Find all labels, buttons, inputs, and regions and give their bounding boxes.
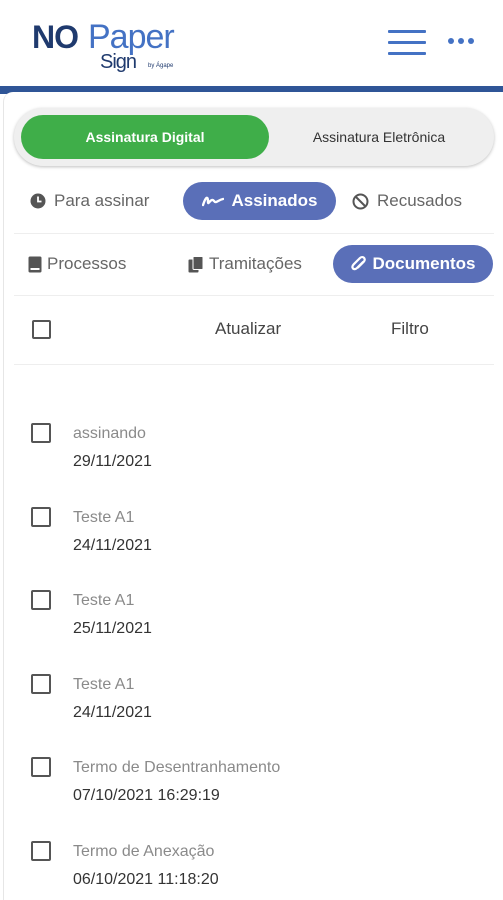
signature-type-toggle: Assinatura Digital Assinatura Eletrônica <box>14 108 494 166</box>
copy-icon <box>188 255 205 273</box>
item-date: 24/11/2021 <box>73 704 152 721</box>
item-checkbox[interactable] <box>31 507 51 527</box>
item-date: 07/10/2021 16:29:19 <box>73 787 220 804</box>
item-checkbox[interactable] <box>31 841 51 861</box>
item-checkbox[interactable] <box>31 757 51 777</box>
item-title: Termo de Anexação <box>73 843 215 860</box>
hamburger-icon[interactable] <box>388 28 428 58</box>
tab-assinados-label: Assinados <box>231 191 318 210</box>
atualizar-button[interactable]: Atualizar <box>215 319 281 339</box>
tab-documentos-label: Documentos <box>372 254 476 273</box>
svg-text:NO: NO <box>32 19 78 55</box>
toolbar-divider <box>14 364 494 365</box>
signature-icon <box>201 194 224 208</box>
tab-para-assinar-label: Para assinar <box>54 191 150 210</box>
tab-processos-label: Processos <box>47 254 127 273</box>
item-date: 06/10/2021 11:18:20 <box>73 871 219 888</box>
type-tabs-divider <box>14 295 494 296</box>
assinatura-eletronica-button[interactable]: Assinatura Eletrônica <box>269 115 489 159</box>
nopaper-sign-logo: NO Paper Sign by Ágape <box>30 14 220 74</box>
tab-processos[interactable]: Processos <box>28 245 126 283</box>
app-header: NO Paper Sign by Ágape <box>0 0 503 86</box>
svg-text:by Ágape: by Ágape <box>148 62 174 69</box>
book-icon <box>28 256 42 273</box>
svg-text:Sign: Sign <box>100 51 136 73</box>
clock-icon <box>30 193 46 209</box>
item-date: 29/11/2021 <box>73 453 152 470</box>
tab-documentos[interactable]: Documentos <box>333 245 493 283</box>
select-all-checkbox[interactable] <box>32 320 51 339</box>
tab-recusados[interactable]: Recusados <box>352 182 462 220</box>
tab-para-assinar[interactable]: Para assinar <box>30 182 149 220</box>
ban-icon <box>352 193 369 210</box>
item-title: Teste A1 <box>73 592 135 609</box>
item-title: Teste A1 <box>73 676 135 693</box>
tab-recusados-label: Recusados <box>377 191 463 210</box>
tabs-divider <box>14 233 494 234</box>
paperclip-icon <box>350 255 367 273</box>
assinatura-digital-button[interactable]: Assinatura Digital <box>21 115 269 159</box>
more-dots-icon[interactable] <box>448 38 478 48</box>
item-date: 25/11/2021 <box>73 620 152 637</box>
item-title: Teste A1 <box>73 509 135 526</box>
tab-tramitacoes[interactable]: Tramitações <box>188 245 302 283</box>
tab-tramitacoes-label: Tramitações <box>209 254 302 273</box>
item-title: Termo de Desentranhamento <box>73 759 281 776</box>
item-title: assinando <box>73 425 146 442</box>
tab-assinados[interactable]: Assinados <box>183 182 336 220</box>
app-screen: NO Paper Sign by Ágape Assinatura Digita… <box>0 0 503 900</box>
item-date: 24/11/2021 <box>73 537 152 554</box>
item-checkbox[interactable] <box>31 590 51 610</box>
item-checkbox[interactable] <box>31 674 51 694</box>
filtro-button[interactable]: Filtro <box>391 319 429 339</box>
item-checkbox[interactable] <box>31 423 51 443</box>
